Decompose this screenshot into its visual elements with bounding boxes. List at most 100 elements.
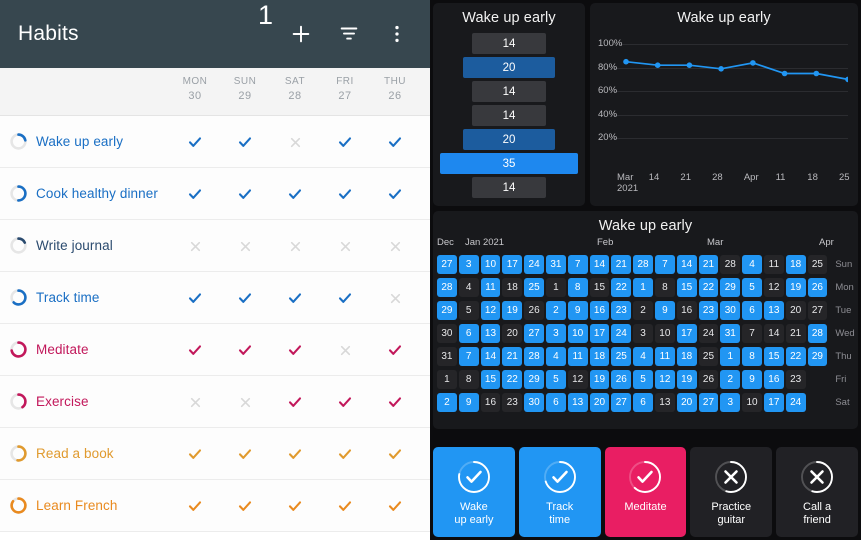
habit-cross-icon[interactable] <box>320 238 370 253</box>
heatmap-cell[interactable]: 12 <box>567 370 588 389</box>
heatmap-cell[interactable]: 28 <box>633 255 653 274</box>
heatmap-cell[interactable]: 23 <box>698 301 719 320</box>
heatmap-cell[interactable]: 8 <box>458 370 479 389</box>
heatmap-cell[interactable]: 30 <box>720 301 741 320</box>
heatmap-cell[interactable]: 27 <box>524 324 544 343</box>
habit-check-icon[interactable] <box>220 133 270 149</box>
heatmap-cell[interactable]: 7 <box>742 324 762 343</box>
habit-name-cell[interactable]: Write journal <box>0 237 170 254</box>
heatmap-cell[interactable]: 18 <box>785 255 806 274</box>
heatmap-cell[interactable]: 1 <box>720 347 741 366</box>
habit-check-icon[interactable] <box>370 185 420 201</box>
heatmap-cell[interactable]: 6 <box>458 324 479 343</box>
heatmap-cell[interactable]: 25 <box>807 255 828 274</box>
habit-check-icon[interactable] <box>370 393 420 409</box>
heatmap-cell[interactable]: 12 <box>480 301 501 320</box>
habit-row[interactable]: Read a book <box>0 428 430 480</box>
heatmap-cell[interactable]: 22 <box>785 347 806 366</box>
heatmap-cell[interactable]: 31 <box>720 324 741 343</box>
overflow-menu-icon[interactable] <box>386 23 408 45</box>
heatmap-cell[interactable]: 12 <box>654 370 675 389</box>
heatmap-cell[interactable]: 29 <box>524 370 544 389</box>
habit-check-icon[interactable] <box>220 445 270 461</box>
habit-check-icon[interactable] <box>270 185 320 201</box>
heatmap-cell[interactable]: 20 <box>676 393 697 412</box>
heatmap-cell[interactable]: 20 <box>502 324 523 343</box>
heatmap-cell[interactable]: 18 <box>676 347 697 366</box>
habit-check-icon[interactable] <box>270 341 320 357</box>
heatmap-cell[interactable]: 31 <box>545 255 566 274</box>
heatmap-cell[interactable]: 31 <box>437 347 457 366</box>
heatmap-cell[interactable] <box>808 370 828 389</box>
habit-row[interactable]: Exercise <box>0 376 430 428</box>
habit-row[interactable]: Meditate <box>0 324 430 376</box>
heatmap-cell[interactable]: 20 <box>785 301 806 320</box>
heatmap-cell[interactable]: 3 <box>458 255 479 274</box>
heatmap-cell[interactable]: 30 <box>437 324 457 343</box>
habit-check-icon[interactable] <box>170 497 220 513</box>
habit-check-icon[interactable] <box>170 289 220 305</box>
heatmap-cell[interactable]: 23 <box>502 393 523 412</box>
heatmap-cell[interactable]: 28 <box>437 278 457 297</box>
habit-name-cell[interactable]: Cook healthy dinner <box>0 185 170 202</box>
heatmap-cell[interactable]: 6 <box>545 393 566 412</box>
heatmap-cell[interactable]: 3 <box>633 324 653 343</box>
heatmap-cell[interactable]: 17 <box>502 255 523 274</box>
habit-check-icon[interactable] <box>370 133 420 149</box>
habit-check-icon[interactable] <box>320 393 370 409</box>
habit-cross-icon[interactable] <box>370 290 420 305</box>
heatmap-cell[interactable]: 1 <box>633 278 653 297</box>
heatmap-cell[interactable]: 5 <box>545 370 566 389</box>
habit-row[interactable]: Track time <box>0 272 430 324</box>
habit-check-icon[interactable] <box>170 133 220 149</box>
heatmap-cell[interactable]: 26 <box>524 301 544 320</box>
heatmap-cell[interactable]: 29 <box>720 278 741 297</box>
habit-check-icon[interactable] <box>370 445 420 461</box>
heatmap-cell[interactable]: 15 <box>763 347 784 366</box>
habit-row[interactable]: Wake up early <box>0 116 430 168</box>
heatmap-cell[interactable]: 15 <box>480 370 501 389</box>
heatmap-cell[interactable]: 7 <box>458 347 479 366</box>
heatmap-cell[interactable]: 12 <box>763 278 784 297</box>
heatmap-cell[interactable]: 22 <box>611 278 632 297</box>
habit-check-icon[interactable] <box>320 497 370 513</box>
habit-check-icon[interactable] <box>270 289 320 305</box>
heatmap-cell[interactable]: 21 <box>785 324 806 343</box>
heatmap-cell[interactable]: 7 <box>567 255 588 274</box>
heatmap-cell[interactable]: 13 <box>480 324 501 343</box>
heatmap-cell[interactable]: 30 <box>524 393 544 412</box>
heatmap-cell[interactable]: 18 <box>589 347 610 366</box>
habit-cross-icon[interactable] <box>320 342 370 357</box>
heatmap-cell[interactable]: 4 <box>633 347 653 366</box>
heatmap-cell[interactable]: 23 <box>611 301 632 320</box>
heatmap-cell[interactable]: 16 <box>763 370 784 389</box>
heatmap-cell[interactable]: 27 <box>698 393 719 412</box>
habit-check-icon[interactable] <box>170 445 220 461</box>
habit-check-icon[interactable] <box>220 289 270 305</box>
heatmap-cell[interactable]: 29 <box>807 347 828 366</box>
habit-cross-icon[interactable] <box>220 238 270 253</box>
heatmap-cell[interactable]: 9 <box>654 301 675 320</box>
habit-check-icon[interactable] <box>170 341 220 357</box>
heatmap-cell[interactable]: 27 <box>807 301 828 320</box>
heatmap-cell[interactable]: 5 <box>633 370 653 389</box>
heatmap-cell[interactable]: 13 <box>763 301 784 320</box>
habit-name-cell[interactable]: Read a book <box>0 445 170 462</box>
heatmap-cell[interactable]: 1 <box>545 278 566 297</box>
habit-name-cell[interactable]: Track time <box>0 289 170 306</box>
heatmap-cell[interactable]: 21 <box>698 255 719 274</box>
heatmap-cell[interactable]: 24 <box>698 324 719 343</box>
heatmap-cell[interactable]: 24 <box>524 255 544 274</box>
heatmap-cell[interactable]: 19 <box>589 370 610 389</box>
habit-cross-icon[interactable] <box>270 238 320 253</box>
habit-cross-icon[interactable] <box>170 238 220 253</box>
heatmap-cell[interactable]: 4 <box>742 255 762 274</box>
habit-name-cell[interactable]: Wake up early <box>0 133 170 150</box>
habit-cross-icon[interactable] <box>370 238 420 253</box>
heatmap-cell[interactable]: 11 <box>763 255 784 274</box>
heatmap-cell[interactable]: 2 <box>633 301 653 320</box>
heatmap-cell[interactable]: 22 <box>698 278 719 297</box>
heatmap-cell[interactable] <box>808 393 828 412</box>
habit-check-icon[interactable] <box>170 185 220 201</box>
heatmap-cell[interactable]: 10 <box>742 393 762 412</box>
